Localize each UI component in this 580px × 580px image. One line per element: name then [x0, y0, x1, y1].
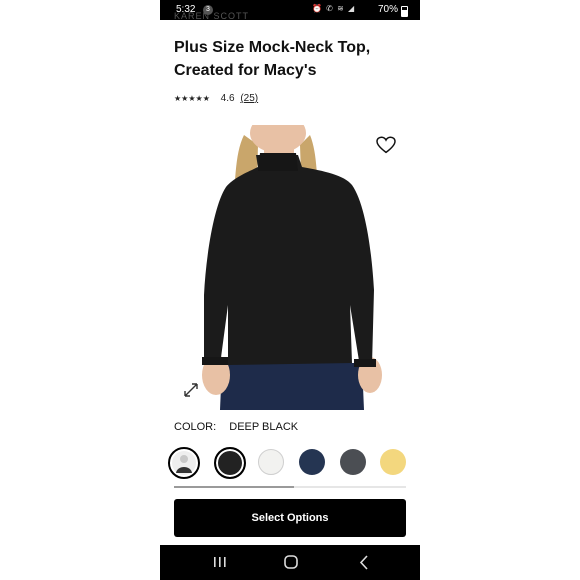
swatch-navy[interactable] — [299, 449, 325, 475]
select-options-button[interactable]: Select Options — [174, 499, 406, 537]
color-label: COLOR: — [174, 421, 217, 433]
product-image[interactable] — [174, 125, 406, 410]
color-swatches — [166, 444, 420, 484]
phone-screen: 5:32 3 ⏰ ✆ ≋ ◢ 70% KAREN SCOTT Plus Size… — [160, 0, 420, 580]
back-icon — [359, 555, 368, 570]
recent-apps-button[interactable] — [200, 545, 240, 580]
color-selection: COLOR: DEEP BLACK — [174, 421, 298, 433]
product-title: Plus Size Mock-Neck Top, Created for Mac… — [174, 39, 371, 79]
expand-icon[interactable] — [183, 382, 199, 398]
swatch-charcoal[interactable] — [340, 449, 366, 475]
swatch-scrollbar-thumb[interactable] — [174, 486, 294, 488]
swatch-deep-black[interactable] — [214, 447, 246, 479]
battery-icon — [401, 6, 408, 17]
back-button[interactable] — [344, 545, 384, 580]
rating[interactable]: ★★★★★ 4.6 (25) — [174, 93, 258, 104]
star-rating-icon: ★★★★★ — [174, 94, 210, 103]
brand-name[interactable]: KAREN SCOTT — [174, 12, 249, 20]
selected-color: DEEP BLACK — [229, 421, 299, 433]
battery-level: 70% — [377, 4, 398, 15]
model-photo — [202, 125, 382, 410]
review-count-link[interactable]: (25) — [240, 93, 258, 104]
swatch-model-thumbnail[interactable] — [168, 447, 200, 479]
recent-apps-icon — [214, 557, 226, 567]
home-icon — [284, 555, 298, 569]
swatch-scrollbar[interactable] — [174, 486, 406, 488]
rating-value: 4.6 — [220, 93, 235, 104]
model-thumbnail-icon — [172, 451, 196, 475]
home-button[interactable] — [271, 545, 311, 580]
swatch-yellow[interactable] — [380, 449, 406, 475]
system-nav-bar — [160, 545, 420, 580]
heart-icon[interactable] — [376, 136, 396, 154]
status-icons: ⏰ ✆ ≋ ◢ — [312, 4, 356, 13]
swatch-white[interactable] — [258, 449, 284, 475]
